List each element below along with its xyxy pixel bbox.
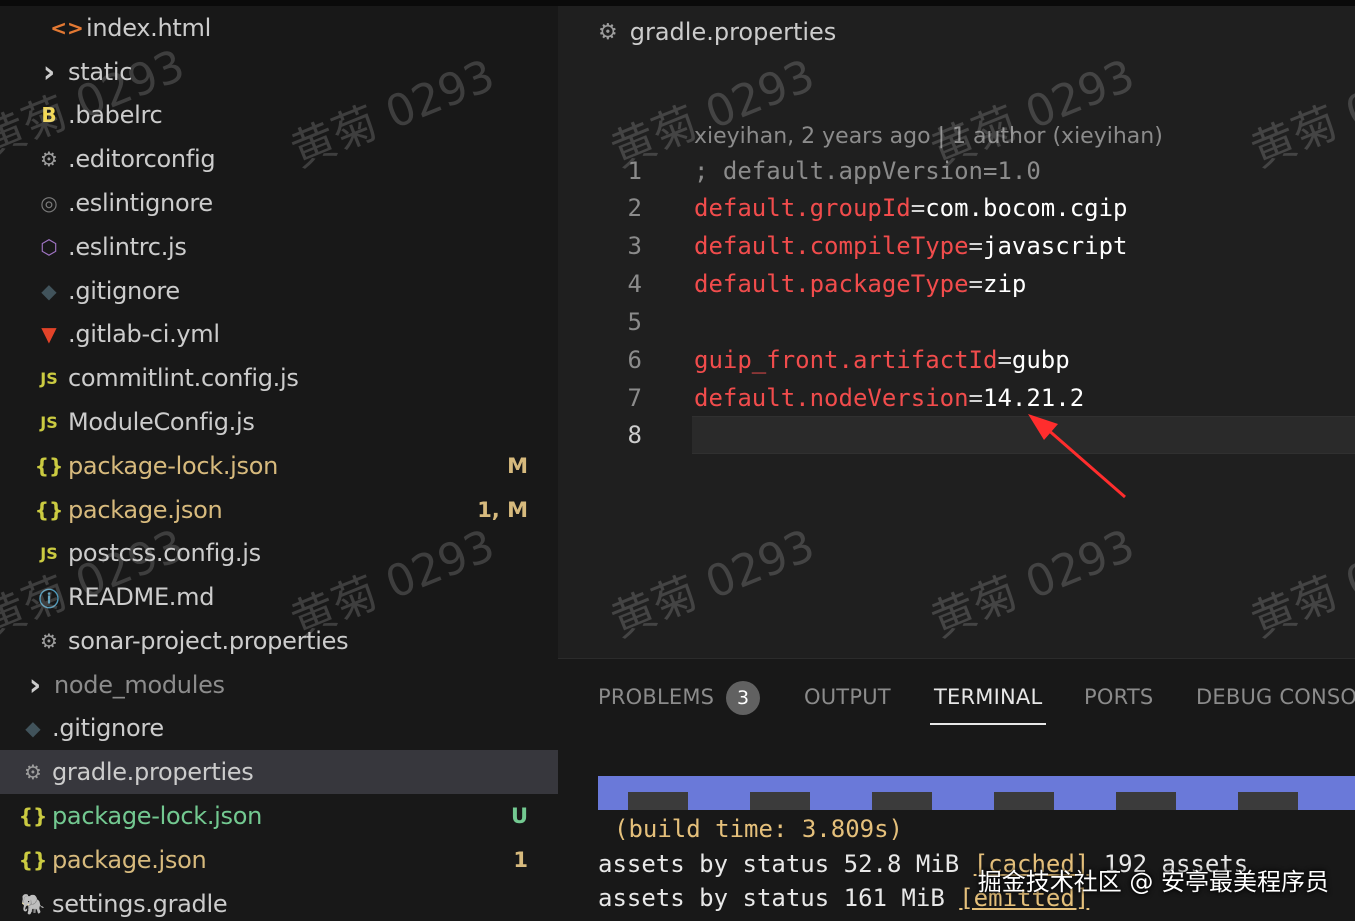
annotation-arrow	[1028, 414, 1126, 499]
arrow-shaft	[1045, 426, 1126, 499]
credit-watermark: 掘金技术社区 @ 安亭最美程序员	[977, 868, 1329, 896]
